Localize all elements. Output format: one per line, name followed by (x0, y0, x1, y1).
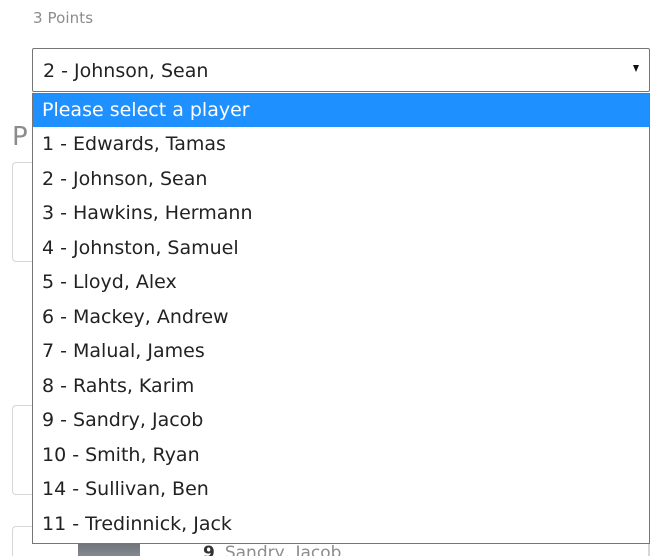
dropdown-option[interactable]: 9 - Sandry, Jacob (33, 403, 649, 438)
dropdown-option[interactable]: 6 - Mackey, Andrew (33, 300, 649, 335)
player-card-number: 9 (203, 543, 215, 556)
dropdown-option[interactable]: 2 - Johnson, Sean (33, 162, 649, 197)
section-heading: P (12, 122, 28, 152)
dropdown-option[interactable]: Please select a player (33, 94, 649, 127)
dropdown-option[interactable]: 14 - Sullivan, Ben (33, 472, 649, 507)
dropdown-option[interactable]: 10 - Smith, Ryan (33, 438, 649, 473)
field-label: 3 Points (33, 9, 94, 27)
player-dropdown-list[interactable]: Please select a player 1 - Edwards, Tama… (32, 93, 650, 544)
dropdown-option[interactable]: 1 - Edwards, Tamas (33, 127, 649, 162)
dropdown-arrow-icon[interactable] (633, 65, 639, 72)
player-card-label: 9 Sandry, Jacob (203, 543, 341, 556)
page: 3 Points P 9 Sandry, Jacob 2 - Johnson, S… (0, 0, 653, 556)
dropdown-option[interactable]: 4 - Johnston, Samuel (33, 231, 649, 266)
dropdown-option[interactable]: 11 - Tredinnick, Jack (33, 507, 649, 542)
player-card-name: Sandry, Jacob (224, 543, 342, 556)
player-select-value: 2 - Johnson, Sean (43, 60, 209, 82)
dropdown-option[interactable]: 8 - Rahts, Karim (33, 369, 649, 404)
dropdown-option[interactable]: 7 - Malual, James (33, 334, 649, 369)
dropdown-option[interactable]: 5 - Lloyd, Alex (33, 265, 649, 300)
player-select[interactable]: 2 - Johnson, Sean (32, 48, 650, 92)
dropdown-option[interactable]: 3 - Hawkins, Hermann (33, 196, 649, 231)
